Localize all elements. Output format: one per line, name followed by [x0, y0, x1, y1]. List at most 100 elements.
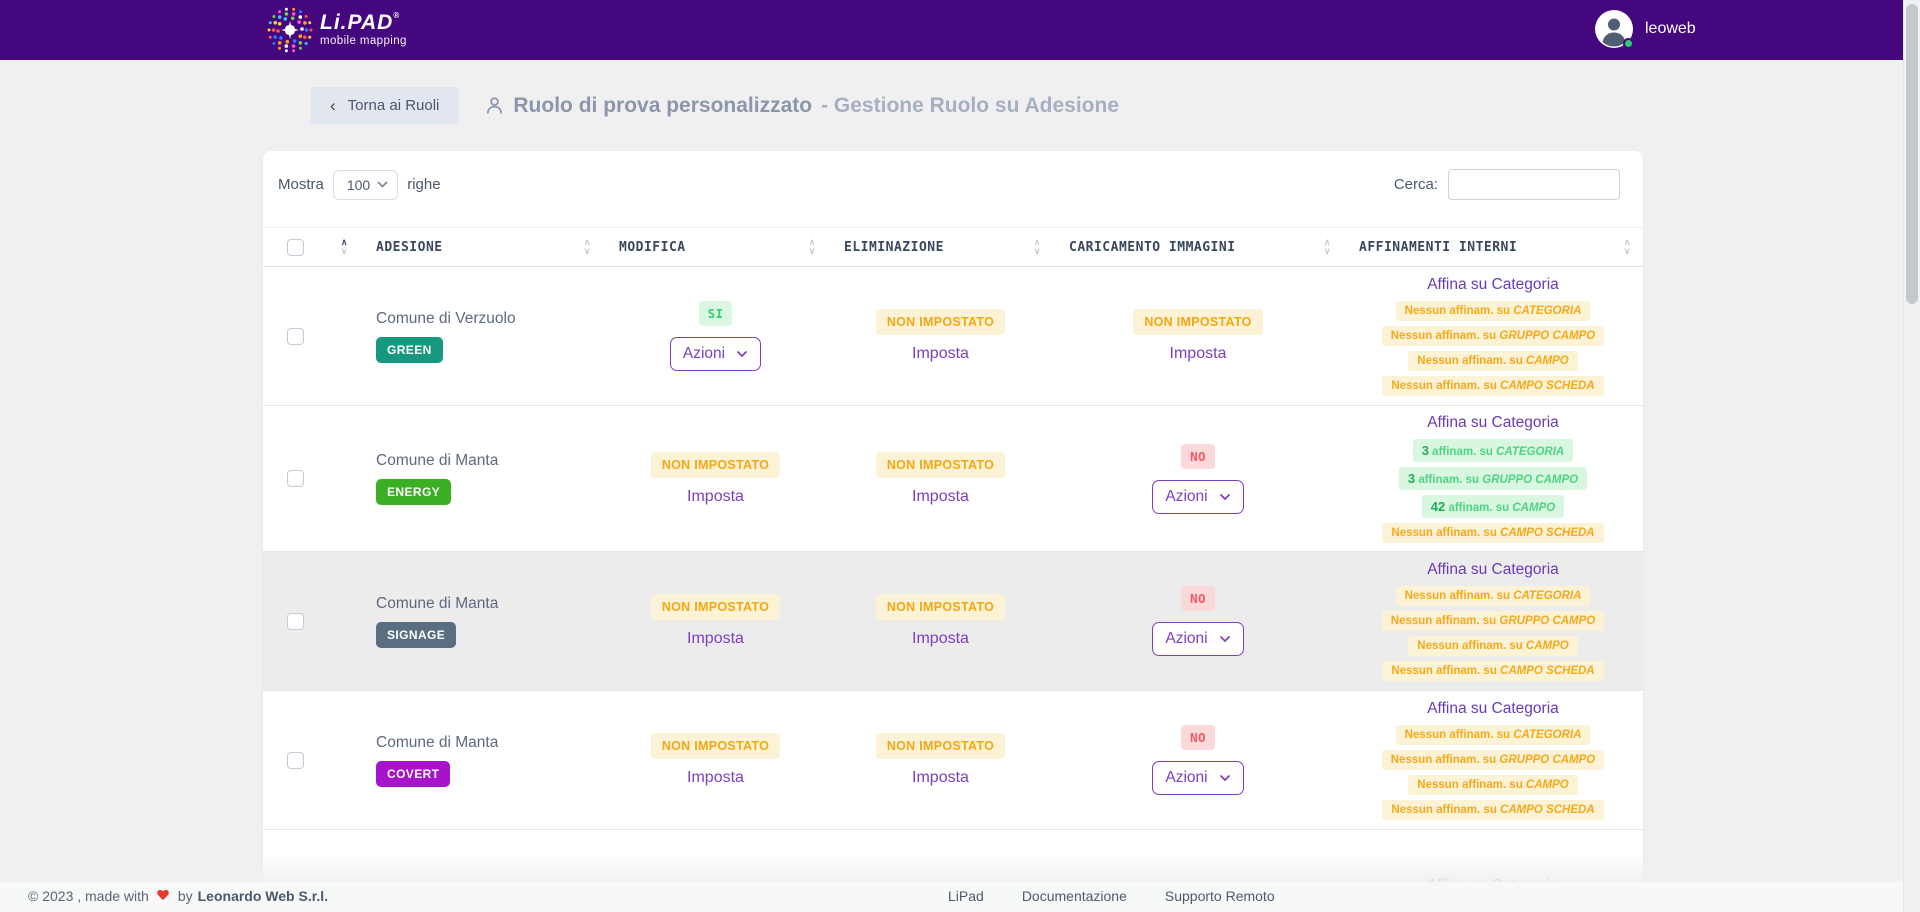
affinamento-badge: 42 affinam. su CAMPO [1422, 495, 1564, 518]
azioni-select[interactable]: Azioni [1152, 761, 1243, 795]
row-checkbox[interactable] [287, 328, 304, 345]
sort-arrows-icon[interactable]: ∧∨ [1324, 238, 1331, 256]
azioni-label: Azioni [1165, 488, 1207, 506]
status-badge: SI [699, 301, 733, 326]
scrollbar-track[interactable] [1903, 0, 1920, 912]
table-card: Mostra 100 righe Cerca: ∧∨ ADESIONE ∧∨ M… [263, 151, 1643, 912]
affinamento-badge: Nessun affinam. su CATEGORIA [1396, 586, 1591, 606]
heart-icon [157, 890, 170, 902]
imposta-link[interactable]: Imposta [687, 488, 744, 506]
azioni-select[interactable]: Azioni [1152, 480, 1243, 514]
affinamenti-badges: Nessun affinam. su CATEGORIA Nessun affin… [1382, 586, 1605, 681]
affina-su-categoria-link[interactable]: Affina su Categoria [1427, 561, 1559, 579]
imposta-link[interactable]: Imposta [912, 630, 969, 648]
adesione-badge: ENERGY [376, 479, 451, 505]
affinamento-badge: Nessun affinam. su CATEGORIA [1396, 725, 1591, 745]
caricamento-immagini-cell: NON IMPOSTATO Imposta [1053, 267, 1343, 405]
affina-su-categoria-link[interactable]: Affina su Categoria [1427, 700, 1559, 718]
affinamento-badge: Nessun affinam. su CAMPO SCHEDA [1382, 661, 1603, 681]
imposta-link[interactable]: Imposta [912, 488, 969, 506]
affinamento-badge: 3 affinam. su GRUPPO CAMPO [1399, 467, 1587, 490]
adesione-name: Comune di Manta [376, 734, 498, 752]
rows-per-page-select[interactable]: 100 [333, 170, 398, 200]
imposta-link[interactable]: Imposta [687, 630, 744, 648]
affina-su-categoria-link[interactable]: Affina su Categoria [1427, 414, 1559, 432]
adesione-name: Comune di Manta [376, 595, 498, 613]
table-row: Comune di Manta COVERT NON IMPOSTATO Imp… [263, 691, 1643, 830]
adesione-badge: COVERT [376, 761, 450, 787]
affina-su-categoria-link[interactable]: Affina su Categoria [1427, 276, 1559, 294]
footer-links: LiPad Documentazione Supporto Remoto [948, 888, 1275, 904]
rows-per-page-prefix: Mostra [278, 176, 324, 193]
adesione-name: Comune di Verzuolo [376, 310, 516, 328]
table-body: Comune di Verzuolo GREEN SI Azioni NON I… [263, 267, 1643, 912]
header-modifica[interactable]: MODIFICA ∧∨ [603, 228, 828, 266]
table-controls: Mostra 100 righe Cerca: [263, 151, 1643, 200]
scrollbar-thumb[interactable] [1906, 4, 1918, 304]
affinamento-badge: Nessun affinam. su GRUPPO CAMPO [1382, 326, 1605, 346]
azioni-label: Azioni [683, 345, 725, 363]
page-header: ‹ Torna ai Ruoli Ruolo di prova personal… [310, 87, 1920, 124]
topbar: Li.PAD® mobile mapping leoweb [0, 0, 1920, 60]
app-logo[interactable]: Li.PAD® mobile mapping [266, 6, 407, 54]
status-badge: NON IMPOSTATO [651, 594, 780, 620]
affinamenti-cell: Affina su Categoria 3 affinam. su CATEGO… [1343, 406, 1643, 551]
user-menu[interactable]: leoweb [1595, 10, 1696, 48]
eliminazione-cell: NON IMPOSTATO Imposta [828, 552, 1053, 690]
company-name: Leonardo Web S.r.l. [198, 888, 328, 904]
table-header: ∧∨ ADESIONE ∧∨ MODIFICA ∧∨ ELIMINAZIONE … [263, 227, 1643, 267]
affinamenti-badges: Nessun affinam. su CATEGORIA Nessun affin… [1382, 301, 1605, 396]
sort-arrows-icon[interactable]: ∧∨ [341, 238, 348, 256]
header-affinamenti-interni[interactable]: AFFINAMENTI INTERNI ∧∨ [1343, 228, 1643, 266]
footer-link-lipad[interactable]: LiPad [948, 888, 984, 904]
page-title: Ruolo di prova personalizzato - Gestione… [485, 94, 1119, 118]
status-badge: NON IMPOSTATO [651, 452, 780, 478]
online-status-dot [1623, 38, 1634, 49]
caricamento-immagini-cell: NO Azioni [1053, 552, 1343, 690]
rows-per-page-suffix: righe [407, 176, 440, 193]
logo-title: Li.PAD® [320, 12, 407, 33]
imposta-link[interactable]: Imposta [912, 345, 969, 363]
status-badge: NON IMPOSTATO [876, 452, 1005, 478]
modifica-cell: SI Azioni [603, 267, 828, 405]
status-badge: NON IMPOSTATO [876, 594, 1005, 620]
sort-arrows-icon[interactable]: ∧∨ [1624, 238, 1631, 256]
row-checkbox[interactable] [287, 470, 304, 487]
select-all-checkbox[interactable] [287, 239, 304, 256]
azioni-select[interactable]: Azioni [1152, 622, 1243, 656]
adesione-badge: GREEN [376, 337, 443, 363]
affinamenti-badges: 3 affinam. su CATEGORIA3 affinam. su GRU… [1382, 439, 1603, 543]
imposta-link[interactable]: Imposta [912, 769, 969, 787]
header-adesione[interactable]: ADESIONE ∧∨ [360, 228, 603, 266]
sort-arrows-icon[interactable]: ∧∨ [809, 238, 816, 256]
modifica-cell: NON IMPOSTATO Imposta [603, 691, 828, 829]
eliminazione-cell: NON IMPOSTATO Imposta [828, 691, 1053, 829]
affinamento-badge: Nessun affinam. su CAMPO SCHEDA [1382, 800, 1603, 820]
affinamenti-cell: Affina su Categoria Nessun affinam. su C… [1343, 552, 1643, 690]
row-checkbox[interactable] [287, 752, 304, 769]
azioni-select[interactable]: Azioni [670, 337, 761, 371]
search-input[interactable] [1448, 169, 1620, 200]
caricamento-immagini-cell: NO Azioni [1053, 406, 1343, 551]
affinamento-badge: Nessun affinam. su CATEGORIA [1396, 301, 1591, 321]
sort-arrows-icon[interactable]: ∧∨ [584, 238, 591, 256]
footer-link-documentazione[interactable]: Documentazione [1022, 888, 1127, 904]
header-select-column[interactable]: ∧∨ [263, 228, 360, 266]
page-title-role: Ruolo di prova personalizzato [513, 94, 812, 118]
back-chevron-icon: ‹ [330, 101, 336, 111]
affinamenti-badges: Nessun affinam. su CATEGORIA Nessun affin… [1382, 725, 1605, 820]
avatar[interactable] [1595, 10, 1633, 48]
rows-per-page-value: 100 [347, 177, 370, 193]
status-badge: NON IMPOSTATO [651, 733, 780, 759]
header-eliminazione[interactable]: ELIMINAZIONE ∧∨ [828, 228, 1053, 266]
sort-arrows-icon[interactable]: ∧∨ [1034, 238, 1041, 256]
footer: © 2023 , made with by Leonardo Web S.r.l… [0, 882, 1903, 912]
imposta-link[interactable]: Imposta [1170, 345, 1227, 363]
header-caricamento-immagini[interactable]: CARICAMENTO IMMAGINI ∧∨ [1053, 228, 1343, 266]
back-to-roles-button[interactable]: ‹ Torna ai Ruoli [310, 87, 459, 124]
row-checkbox[interactable] [287, 613, 304, 630]
footer-link-supporto-remoto[interactable]: Supporto Remoto [1165, 888, 1275, 904]
azioni-label: Azioni [1165, 630, 1207, 648]
imposta-link[interactable]: Imposta [687, 769, 744, 787]
affinamento-badge: Nessun affinam. su CAMPO [1408, 351, 1577, 371]
